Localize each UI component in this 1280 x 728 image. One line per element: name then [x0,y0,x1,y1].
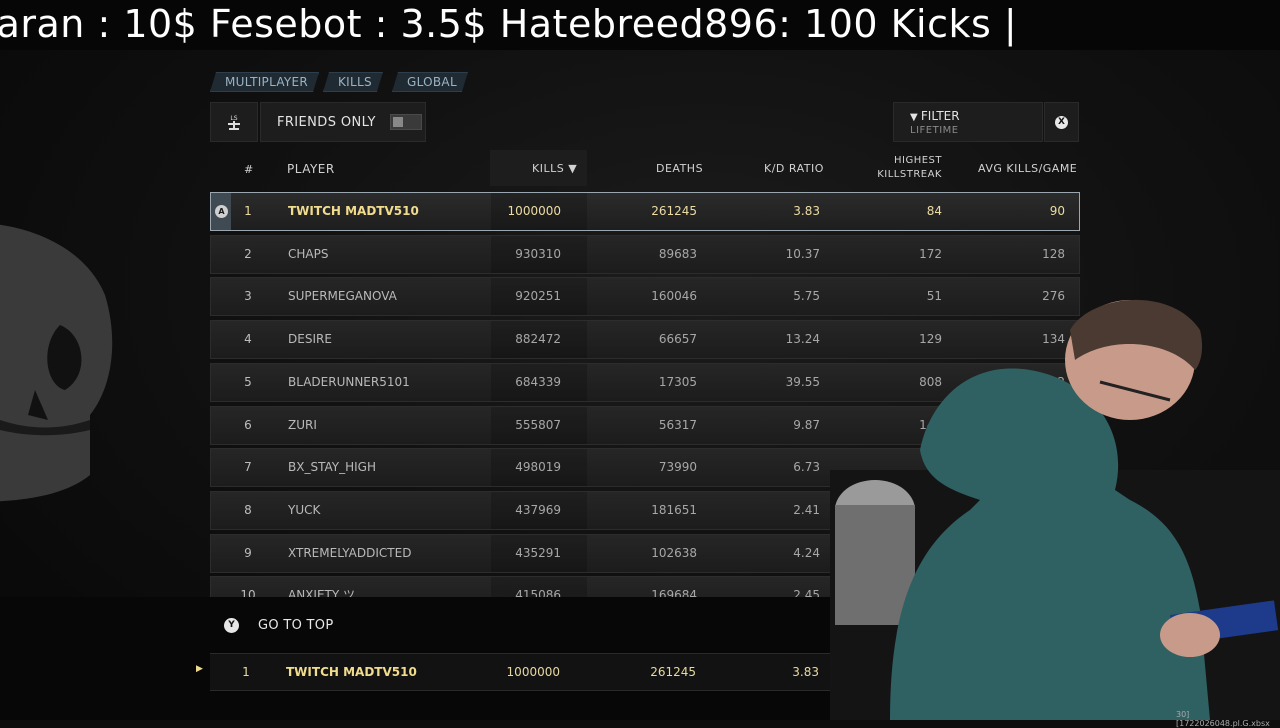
cell-rank: 3 [244,289,252,304]
pinned-arrow-icon: ▶ [196,664,203,674]
cell-rank: 1 [244,204,252,218]
cell-kills: 435291 [515,545,561,560]
cell-kd: 2.45 [793,588,820,597]
table-row[interactable]: 2 CHAPS 930310 89683 10.37 172 128 [210,234,1080,274]
a-button-icon: A [215,205,228,218]
cell-avg: 90 [1049,204,1065,218]
pinned-kills: 1000000 [506,665,560,679]
cell-deaths: 17305 [658,374,697,389]
cell-kd: 2.41 [793,502,820,517]
cell-rank: 2 [244,246,252,261]
cell-deaths: 56317 [658,417,697,432]
friends-only-toggle[interactable]: FRIENDS ONLY [260,102,426,142]
cell-kd: 5.75 [793,289,820,304]
y-button-icon: Y [224,617,239,633]
cell-player: XTREMELYADDICTED [288,545,412,560]
cell-deaths: 169684 [651,588,697,597]
header-player[interactable]: PLAYER [287,162,335,176]
cell-kills: 498019 [515,460,561,475]
cell-kd: 13.24 [785,332,820,347]
pinned-player-row[interactable]: 1 TWITCH MADTV510 1000000 261245 3.83 [210,653,830,691]
cell-player: CHAPS [288,246,329,261]
pinned-deaths: 261245 [650,665,696,679]
toggle-switch[interactable] [389,114,422,130]
cell-kd: 4.24 [793,545,820,560]
friends-only-label: FRIENDS ONLY [277,114,376,130]
cell-streak: 84 [926,204,942,218]
x-button-icon: X [1055,115,1068,129]
header-streak-2[interactable]: KILLSTREAK [872,169,942,180]
cell-rank: 7 [244,460,252,475]
header-streak-1[interactable]: HIGHEST [880,155,942,166]
cell-player: ANXIETY ツ [288,588,356,597]
cell-kd: 3.83 [793,204,820,218]
go-to-top-button[interactable]: Y GO TO TOP [224,615,333,635]
header-rank: # [244,163,254,176]
cell-rank: 9 [244,545,252,560]
left-stick-icon: LS [228,115,240,130]
donation-ticker: haran : 10$ Fesebot : 3.5$ Hatebreed896:… [0,0,1280,50]
cell-rank: 6 [244,417,252,432]
watermark-text: 30][1722026048.pl.G.xbsx [1176,710,1270,728]
cell-player: BX_STAY_HIGH [288,460,376,475]
cell-kills: 684339 [515,374,561,389]
cell-rank: 4 [244,332,252,347]
cell-deaths: 89683 [658,246,697,261]
cell-kills: 437969 [515,502,561,517]
pinned-player: TWITCH MADTV510 [286,665,417,679]
tab-kills[interactable]: KILLS [323,72,383,92]
cell-kills: 930310 [515,246,561,261]
ticker-text: haran : 10$ Fesebot : 3.5$ Hatebreed896:… [0,2,1018,46]
skull-emblem-icon [0,224,113,502]
cell-deaths: 66657 [658,332,697,347]
tab-global[interactable]: GLOBAL [392,72,468,92]
cell-rank: 8 [244,502,252,517]
funnel-icon: ▼ [910,112,921,123]
go-to-top-label: GO TO TOP [258,617,334,633]
cell-player: TWITCH MADTV510 [288,204,419,218]
header-kd[interactable]: K/D RATIO [764,162,824,175]
filter-title: ▼ FILTER [910,109,960,123]
ls-stick-button[interactable]: LS [210,102,258,142]
cell-kills: 920251 [515,289,561,304]
pinned-kd: 3.83 [792,665,819,679]
cell-kd: 39.55 [785,374,820,389]
cell-deaths: 102638 [651,545,697,560]
pinned-rank: 1 [242,665,250,679]
cell-kd: 6.73 [793,460,820,475]
cell-player: ZURI [288,417,317,432]
table-header: # PLAYER KILLS ▼ DEATHS K/D RATIO HIGHES… [210,150,1080,186]
cell-kd: 9.87 [793,417,820,432]
cell-player: SUPERMEGANOVA [288,289,397,304]
cell-kills: 555807 [515,417,561,432]
header-deaths[interactable]: DEATHS [656,162,703,175]
webcam-overlay [830,299,1280,720]
cell-deaths: 181651 [651,502,697,517]
cell-player: YUCK [288,502,321,517]
cell-rank: 5 [244,374,252,389]
close-button[interactable]: X [1044,102,1079,142]
cell-avg: 128 [1042,246,1065,261]
cell-rank: 10 [240,588,256,597]
cell-kills: 415086 [515,588,561,597]
filter-title-text: FILTER [920,109,960,123]
cell-kills: 1000000 [507,204,561,218]
filter-button[interactable]: ▼ FILTER LIFETIME [893,102,1043,142]
cell-deaths: 160046 [651,289,697,304]
header-kills[interactable]: KILLS ▼ [532,162,577,175]
cell-deaths: 261245 [651,204,697,218]
cell-player: BLADERUNNER5101 [288,374,410,389]
cell-deaths: 73990 [658,460,697,475]
filter-subtitle: LIFETIME [910,125,959,136]
cell-kills: 882472 [515,332,561,347]
cell-kd: 10.37 [785,246,820,261]
cell-player: DESIRE [288,332,332,347]
tab-multiplayer[interactable]: MULTIPLAYER [210,72,319,92]
header-avg[interactable]: AVG KILLS/GAME [978,162,1077,175]
table-row-selected[interactable]: A 1 TWITCH MADTV510 1000000 261245 3.83 84 90 [210,192,1080,231]
ls-label: LS [230,115,237,122]
cell-streak: 172 [919,246,942,261]
